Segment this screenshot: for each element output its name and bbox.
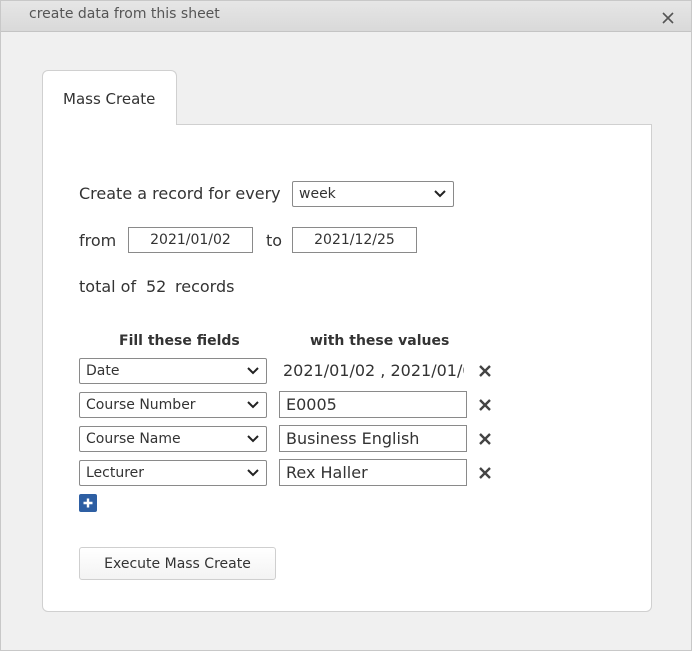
from-date-input[interactable]: 2021/01/02 — [128, 227, 253, 253]
close-button[interactable] — [657, 8, 679, 28]
field-select-lecturer[interactable]: Lecturer — [79, 460, 267, 486]
add-icon — [83, 498, 93, 508]
chevron-down-icon — [247, 435, 259, 443]
execute-mass-create-button[interactable]: Execute Mass Create — [79, 547, 276, 580]
value-text: Rex Haller — [286, 463, 368, 482]
chevron-down-icon — [247, 469, 259, 477]
from-label: from — [79, 231, 117, 250]
create-label: Create a record for every — [79, 184, 281, 203]
remove-icon[interactable] — [478, 466, 492, 480]
field-select-value: Lecturer — [86, 465, 145, 481]
chevron-down-icon — [247, 367, 259, 375]
field-select-value: Course Number — [86, 397, 196, 413]
total-count: 52 — [146, 277, 167, 296]
chevron-down-icon — [247, 401, 259, 409]
dialog-title: create data from this sheet — [29, 6, 220, 22]
field-select-course-number[interactable]: Course Number — [79, 392, 267, 418]
value-text: Business English — [286, 429, 420, 448]
add-field-button[interactable] — [79, 494, 97, 512]
field-select-date[interactable]: Date — [79, 358, 267, 384]
to-date-input[interactable]: 2021/12/25 — [292, 227, 417, 253]
close-icon — [662, 12, 674, 24]
tab-label: Mass Create — [63, 90, 156, 108]
fields-header: Fill these fields — [119, 333, 240, 349]
value-text: E0005 — [286, 395, 337, 414]
remove-icon[interactable] — [478, 364, 492, 378]
to-label: to — [266, 231, 283, 250]
value-input-course-name[interactable]: Business English — [279, 425, 467, 452]
total-prefix: total of — [79, 277, 137, 296]
field-select-value: Date — [86, 363, 120, 379]
value-date[interactable]: 2021/01/02 , 2021/01/09 — [283, 361, 464, 383]
remove-icon[interactable] — [478, 432, 492, 446]
chevron-down-icon — [434, 190, 446, 198]
values-header: with these values — [310, 333, 450, 349]
field-select-value: Course Name — [86, 431, 181, 447]
tab-mass-create[interactable]: Mass Create — [42, 70, 177, 125]
dialog-titlebar[interactable]: create data from this sheet — [1, 1, 691, 32]
to-date-value: 2021/12/25 — [314, 232, 395, 248]
from-date-value: 2021/01/02 — [150, 232, 231, 248]
total-suffix: records — [175, 277, 235, 296]
value-input-course-number[interactable]: E0005 — [279, 391, 467, 418]
remove-icon[interactable] — [478, 398, 492, 412]
interval-select[interactable]: week — [292, 181, 454, 207]
field-select-course-name[interactable]: Course Name — [79, 426, 267, 452]
value-input-lecturer[interactable]: Rex Haller — [279, 459, 467, 486]
interval-value: week — [299, 186, 336, 202]
